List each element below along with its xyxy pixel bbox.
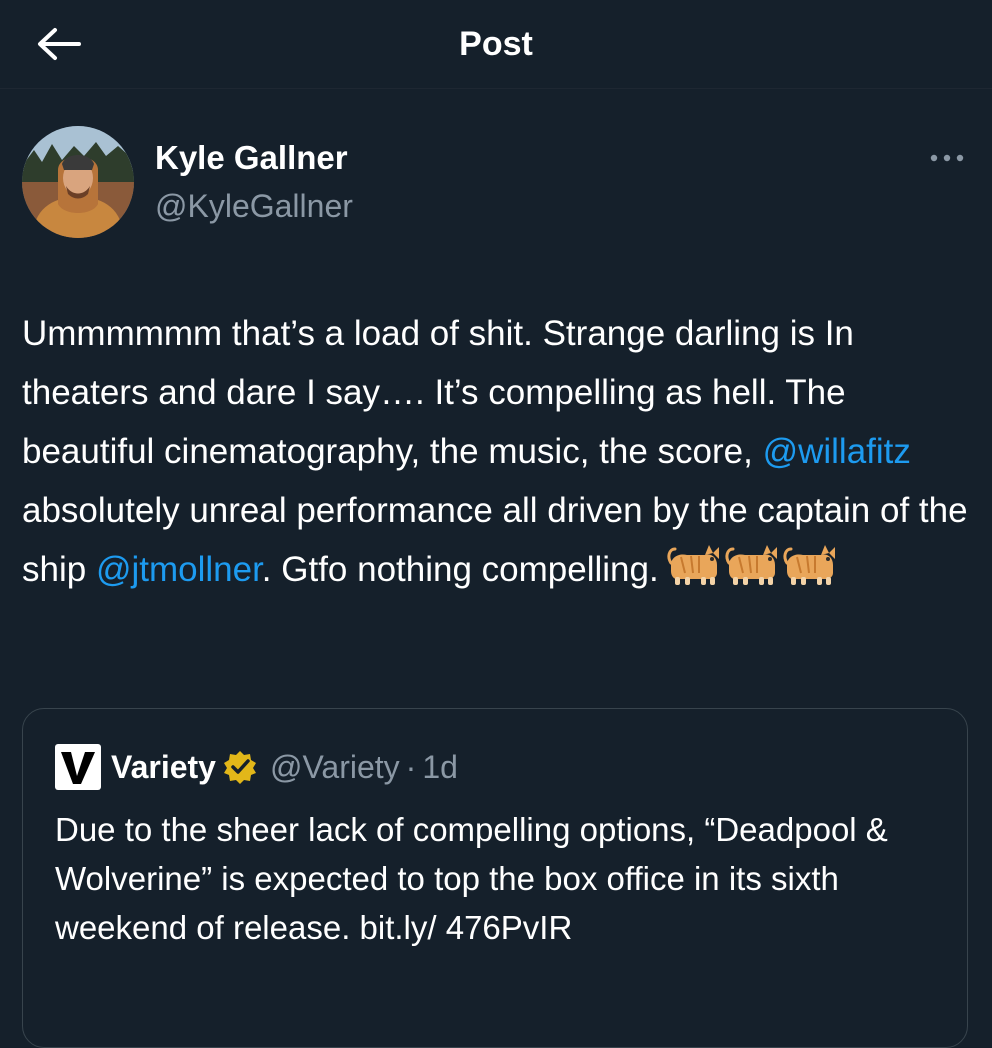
more-horizontal-icon (930, 154, 964, 162)
top-bar: Post (0, 0, 992, 89)
separator-dot: · (405, 749, 417, 785)
quoted-author-name[interactable]: Variety (111, 745, 216, 789)
variety-logo-icon (55, 744, 101, 790)
author-name[interactable]: Kyle Gallner (155, 138, 348, 178)
quoted-post-time[interactable]: 1d (422, 745, 458, 789)
quoted-author-handle[interactable]: @Variety (270, 745, 400, 789)
profile-photo-icon (22, 126, 134, 238)
tweet-text-part: Ummmmmm that’s a load of shit. Strange d… (22, 314, 854, 471)
mention-link-jtmollner[interactable]: @jtmollner (96, 550, 262, 589)
mention-link-willafitz[interactable]: @willafitz (763, 432, 911, 471)
tweet-text: Ummmmmm that’s a load of shit. Strange d… (22, 304, 972, 605)
author-handle[interactable]: @KyleGallner (155, 186, 353, 226)
more-options-button[interactable] (922, 140, 972, 176)
quoted-post-card[interactable]: Variety @Variety · 1d Due to the sheer l… (22, 708, 968, 1048)
cat-emoji-icon (667, 543, 837, 587)
avatar[interactable] (22, 126, 134, 238)
page-title: Post (459, 25, 533, 63)
cat-emoji-group: 🐈🐈🐈 (667, 543, 839, 605)
tweet-text-part: . Gtfo nothing compelling. (261, 550, 659, 589)
quoted-post-header: Variety @Variety · 1d (55, 744, 458, 790)
quoted-post-text: Due to the sheer lack of compelling opti… (55, 811, 888, 946)
gold-verified-badge-icon (223, 751, 256, 784)
